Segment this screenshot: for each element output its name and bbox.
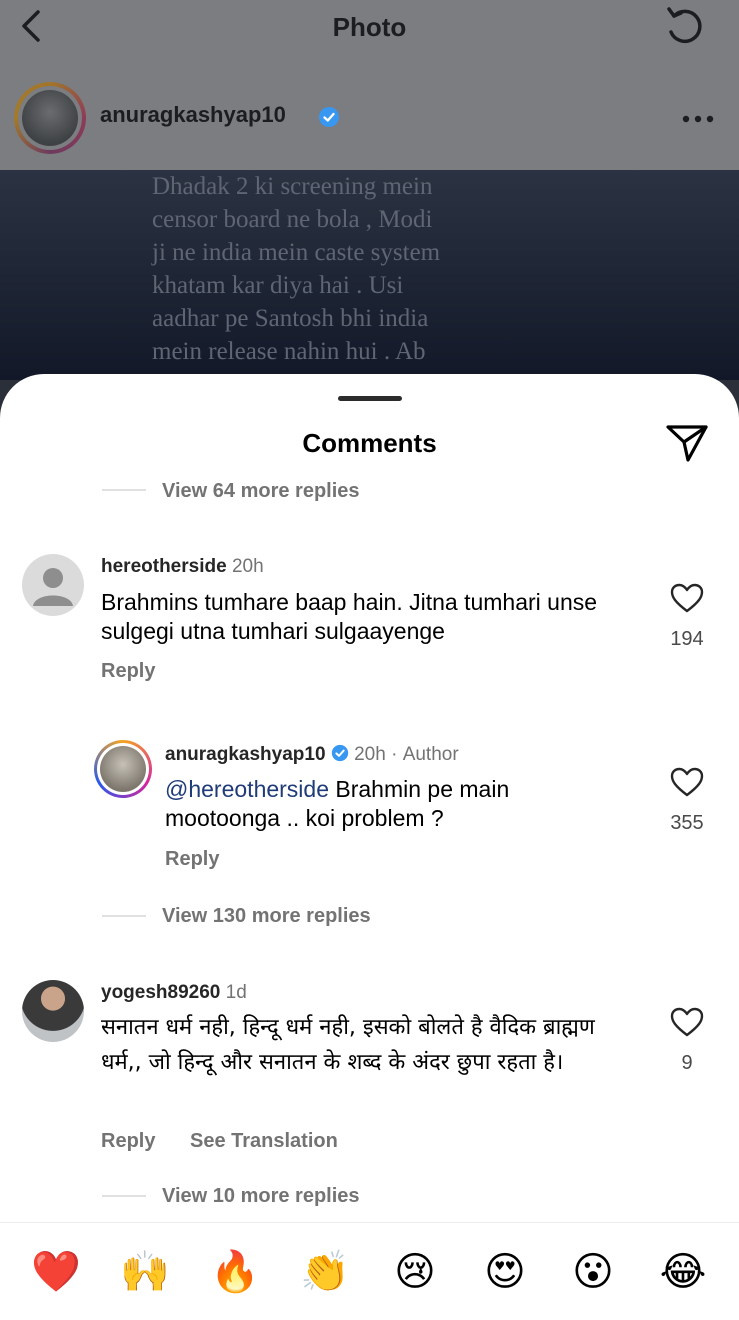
- tears-of-joy-emoji[interactable]: 😂: [658, 1247, 708, 1297]
- see-translation-button[interactable]: See Translation: [190, 1130, 338, 1153]
- comment-text: @hereotherside Brahmin pe main mootoonga…: [165, 776, 510, 831]
- verified-badge-icon: [319, 107, 339, 127]
- comment-text: सनातन धर्म नही, हिन्दू धर्म नही, इसको बो…: [101, 1015, 595, 1075]
- avatar-image: [100, 746, 146, 792]
- like-count: 194: [670, 628, 704, 650]
- drag-handle[interactable]: [338, 396, 402, 401]
- page-title: Photo: [332, 12, 407, 42]
- view-more-replies[interactable]: View 64 more replies: [162, 480, 360, 503]
- comments-sheet: Comments View 64 more replies hereothers…: [0, 374, 739, 1320]
- comment-time: 20h: [354, 744, 386, 765]
- post-caption-text: Dhadak 2 ki screening mein censor board …: [152, 173, 441, 365]
- fire-emoji[interactable]: 🔥: [210, 1247, 260, 1297]
- reply-button[interactable]: Reply: [165, 848, 219, 871]
- default-avatar-icon: [33, 568, 73, 606]
- avatar[interactable]: [14, 82, 86, 154]
- surprised-face-emoji[interactable]: 😮: [568, 1247, 618, 1297]
- replies-divider: [102, 1195, 146, 1197]
- avatar[interactable]: [94, 740, 152, 798]
- more-horizontal-icon[interactable]: [682, 114, 714, 124]
- heart-eyes-emoji[interactable]: 😍: [480, 1247, 530, 1297]
- post-header: anuragkashyap10: [0, 70, 739, 170]
- replies-divider: [102, 915, 146, 917]
- avatar[interactable]: [22, 554, 84, 616]
- comment-text: Brahmins tumhare baap hain. Jitna tumhar…: [101, 589, 598, 644]
- view-more-replies[interactable]: View 10 more replies: [162, 1185, 360, 1208]
- like-count: 9: [681, 1052, 693, 1074]
- comments-title: Comments: [302, 428, 437, 458]
- comment-username[interactable]: yogesh89260 1d: [101, 982, 247, 1004]
- reply-button[interactable]: Reply: [101, 1130, 155, 1153]
- red-heart-emoji[interactable]: ❤️: [31, 1247, 81, 1297]
- avatar-image: [22, 90, 78, 146]
- post-image: Dhadak 2 ki screening mein censor board …: [0, 170, 739, 380]
- avatar[interactable]: [22, 980, 84, 1042]
- emoji-reaction-bar: ❤️ 🙌 🔥 👏 😢 😍 😮 😂: [0, 1222, 739, 1320]
- author-tag: Author: [402, 744, 459, 765]
- view-more-replies[interactable]: View 130 more replies: [162, 905, 371, 928]
- like-count: 355: [670, 812, 704, 834]
- top-bar: Photo: [0, 0, 739, 70]
- send-icon[interactable]: [664, 422, 710, 464]
- comment-username[interactable]: hereotherside 20h: [101, 556, 264, 578]
- clapping-hands-emoji[interactable]: 👏: [300, 1247, 350, 1297]
- heart-icon[interactable]: [669, 766, 705, 798]
- crying-face-emoji[interactable]: 😢: [390, 1247, 440, 1297]
- verified-badge-icon: [331, 744, 348, 762]
- comment-time: 1d: [225, 982, 247, 1003]
- raising-hands-emoji[interactable]: 🙌: [120, 1247, 170, 1297]
- heart-icon[interactable]: [669, 582, 705, 614]
- heart-icon[interactable]: [669, 1006, 705, 1038]
- comment-username[interactable]: anuragkashyap10 20h · Author: [165, 744, 459, 766]
- mention-link[interactable]: @hereotherside: [165, 776, 329, 802]
- comment-time: 20h: [231, 556, 264, 577]
- replies-divider: [102, 489, 146, 491]
- reply-button[interactable]: Reply: [101, 660, 155, 683]
- refresh-icon[interactable]: [662, 4, 708, 50]
- post-username[interactable]: anuragkashyap10: [100, 102, 286, 128]
